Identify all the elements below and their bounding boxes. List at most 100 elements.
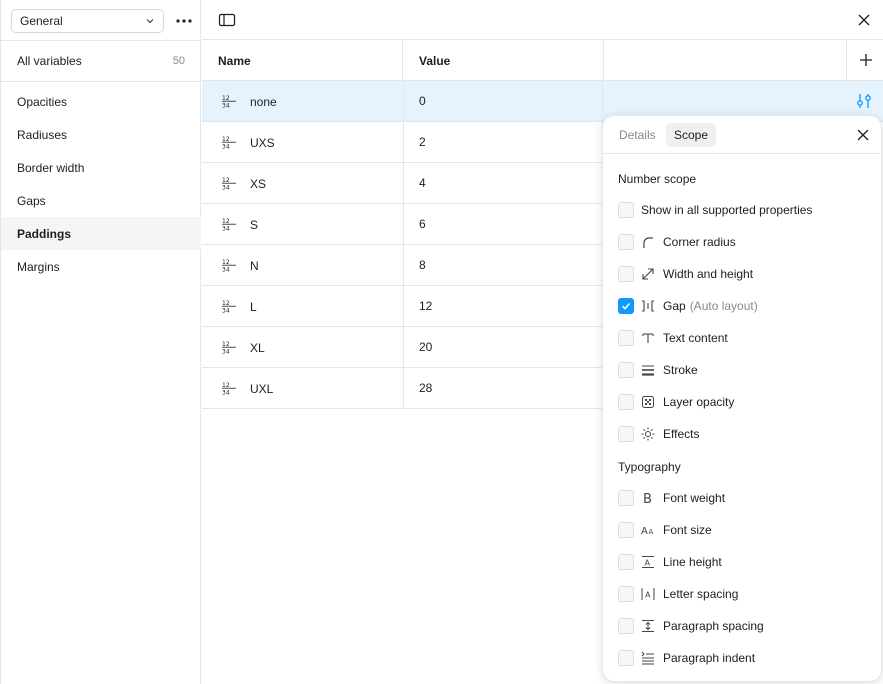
checkbox[interactable] — [618, 362, 634, 378]
variable-name: UXS — [250, 136, 275, 150]
svg-text:B: B — [643, 492, 652, 505]
variable-value[interactable]: 4 — [403, 163, 603, 203]
checkbox[interactable] — [618, 618, 634, 634]
scope-option-label: Corner radius — [663, 235, 736, 249]
sidebar-item-border-width[interactable]: Border width — [1, 151, 201, 184]
variable-value[interactable]: 12 — [403, 286, 603, 326]
sidebar-item-gaps[interactable]: Gaps — [1, 184, 201, 217]
table-row[interactable]: 12 34 L 12 — [202, 286, 603, 327]
text-icon — [641, 331, 655, 345]
number-variable-icon: 12 34 — [222, 136, 236, 149]
check-icon — [621, 302, 631, 310]
svg-text:A: A — [645, 559, 651, 568]
scope-option-label: Letter spacing — [663, 587, 739, 601]
corner-radius-icon — [641, 235, 655, 249]
column-divider — [603, 40, 604, 81]
checkbox[interactable] — [618, 426, 634, 442]
variable-value[interactable]: 0 — [403, 81, 603, 121]
checkbox[interactable] — [618, 554, 634, 570]
scope-option-paragraph-spacing[interactable]: Paragraph spacing — [618, 616, 873, 636]
scope-option-stroke[interactable]: Stroke — [618, 360, 873, 380]
table-row[interactable]: 12 34 N 8 — [202, 245, 603, 286]
scope-option-all[interactable]: Show in all supported properties — [618, 200, 873, 220]
checkbox[interactable] — [618, 330, 634, 346]
close-icon — [857, 129, 869, 141]
add-mode-button[interactable] — [846, 40, 883, 80]
scope-option-line-height[interactable]: A Line height — [618, 552, 873, 572]
panel-close-button[interactable] — [856, 128, 870, 142]
sidebar-toggle-icon — [218, 13, 236, 27]
collection-select[interactable]: General — [11, 9, 164, 33]
checkbox[interactable] — [618, 266, 634, 282]
paragraph-indent-icon — [641, 651, 655, 665]
scope-option-gap[interactable]: Gap (Auto layout) — [618, 296, 873, 316]
scope-option-label: Text content — [663, 331, 728, 345]
scope-option-width-height[interactable]: Width and height — [618, 264, 873, 284]
font-size-icon: AA — [641, 523, 655, 537]
sidebar-item-opacities[interactable]: Opacities — [1, 85, 201, 118]
table-row[interactable]: 12 34 S 6 — [202, 204, 603, 245]
variable-name: none — [250, 95, 277, 109]
variable-value[interactable]: 6 — [403, 204, 603, 244]
checkbox[interactable] — [618, 650, 634, 666]
variable-value[interactable]: 20 — [403, 327, 603, 367]
scope-option-effects[interactable]: Effects — [618, 424, 873, 444]
svg-text:34: 34 — [222, 308, 230, 314]
table-row[interactable]: 12 34 UXS 2 — [202, 122, 603, 163]
resize-icon — [641, 267, 655, 281]
scope-option-paragraph-indent[interactable]: Paragraph indent — [618, 648, 873, 668]
sidebar-item-paddings[interactable]: Paddings — [1, 217, 201, 250]
sidebar-item-radiuses[interactable]: Radiuses — [1, 118, 201, 151]
checkbox[interactable] — [618, 586, 634, 602]
number-variable-icon: 12 34 — [222, 259, 236, 272]
scope-option-label: Gap — [663, 299, 686, 313]
variable-value[interactable]: 28 — [403, 368, 603, 408]
scope-option-font-size[interactable]: AA Font size — [618, 520, 873, 540]
table-row[interactable]: 12 34 XS 4 — [202, 163, 603, 204]
opacity-icon — [641, 395, 655, 409]
scope-option-letter-spacing[interactable]: A Letter spacing — [618, 584, 873, 604]
more-options-button[interactable] — [173, 11, 195, 31]
edit-variable-icon[interactable] — [855, 92, 873, 110]
table-header: Name Value — [202, 40, 883, 81]
all-variables-item[interactable]: All variables 50 — [1, 41, 201, 81]
chevron-down-icon — [145, 16, 155, 26]
group-label: Paddings — [17, 226, 72, 241]
group-label: Gaps — [17, 193, 46, 208]
svg-text:34: 34 — [222, 349, 230, 355]
scope-option-text-content[interactable]: Text content — [618, 328, 873, 348]
checkbox[interactable] — [618, 522, 634, 538]
font-weight-icon: B — [641, 491, 655, 505]
variable-name: UXL — [250, 382, 274, 396]
tab-scope[interactable]: Scope — [666, 123, 717, 147]
scope-option-layer-opacity[interactable]: Layer opacity — [618, 392, 873, 412]
scope-option-corner-radius[interactable]: Corner radius — [618, 232, 873, 252]
group-label: Margins — [17, 259, 60, 274]
sidebar-item-margins[interactable]: Margins — [1, 250, 201, 283]
checkbox[interactable] — [618, 202, 634, 218]
table-row[interactable]: 12 34 UXL 28 — [202, 368, 603, 409]
svg-text:A: A — [645, 591, 651, 600]
group-label: Radiuses — [17, 127, 68, 142]
number-variable-icon: 12 34 — [222, 382, 236, 395]
gap-icon — [641, 299, 655, 313]
close-button[interactable] — [857, 13, 871, 27]
letter-spacing-icon: A — [641, 587, 655, 601]
checkbox[interactable] — [618, 234, 634, 250]
scope-option-font-weight[interactable]: B Font weight — [618, 488, 873, 508]
sidebar-toggle-button[interactable] — [218, 12, 236, 28]
checkbox[interactable] — [618, 490, 634, 506]
variable-name: S — [250, 218, 259, 232]
table-row[interactable]: 12 34 XL 20 — [202, 327, 603, 368]
variable-value[interactable]: 8 — [403, 245, 603, 285]
scope-option-label: Width and height — [663, 267, 754, 281]
tab-details[interactable]: Details — [611, 123, 664, 147]
variable-value[interactable]: 2 — [403, 122, 603, 162]
stroke-icon — [641, 363, 655, 377]
variable-name: L — [250, 300, 257, 314]
number-variable-icon: 12 34 — [222, 218, 236, 231]
checkbox-checked[interactable] — [618, 298, 634, 314]
checkbox[interactable] — [618, 394, 634, 410]
plus-icon — [859, 54, 872, 66]
svg-text:A: A — [641, 526, 648, 537]
